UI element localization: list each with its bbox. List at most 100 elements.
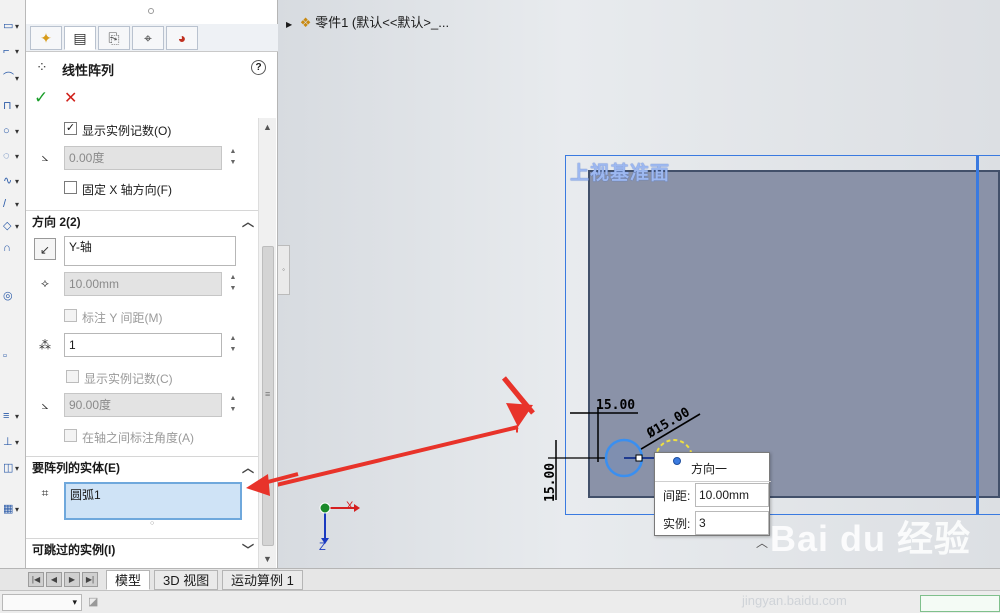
fix-x-axis-label: 固定 X 轴方向(F) — [82, 183, 172, 197]
status-bar: ▾ ◪ jingyan.baidu.com — [0, 590, 1000, 613]
skip-instances-header[interactable]: 可跳过的实例(I) ﹀ — [26, 538, 258, 560]
dim-angle-label: 在轴之间标注角度(A) — [82, 431, 194, 445]
last-tab-icon[interactable]: ▶| — [82, 572, 98, 587]
feature-tree-icon: ✦ — [40, 29, 52, 46]
dim-y-spacing-label: 标注 Y 间距(M) — [82, 311, 163, 325]
popup-spacing-field[interactable]: 10.00mm — [695, 483, 769, 507]
toolbar-icon-10[interactable]: ∩ — [3, 242, 15, 254]
spacing-icon: ⟡ — [41, 276, 49, 290]
resize-grip-icon[interactable]: ○ — [150, 520, 154, 527]
direction-popup[interactable]: 方向一 间距: 10.00mm 实例: 3 — [654, 452, 771, 536]
tab-display-manager[interactable]: ◕ — [166, 26, 198, 50]
spin-arrows-icon: ▲ ▼ — [229, 395, 237, 413]
toolbar-icon-3[interactable]: ⌒ — [3, 72, 15, 84]
direction2-header[interactable]: 方向 2(2) ︿ — [26, 210, 258, 232]
expand-up-chevron-icon[interactable]: ︿ — [756, 534, 768, 551]
dropdown-arrow-icon[interactable]: ▾ — [15, 74, 19, 83]
toolbar-icon-16[interactable]: ▦ — [3, 503, 15, 515]
dropdown-arrow-icon[interactable]: ▾ — [15, 200, 19, 209]
tab-3d-view[interactable]: 3D 视图 — [154, 570, 219, 590]
status-dropdown[interactable]: ▾ — [2, 594, 82, 611]
bodies-selection-box[interactable]: 圆弧1 — [64, 482, 242, 520]
first-tab-icon[interactable]: |◀ — [28, 572, 44, 587]
handle-square — [635, 454, 643, 462]
toolbar-icon-11[interactable]: ◎ — [3, 290, 15, 302]
panel-grip-handle[interactable] — [148, 8, 154, 14]
toolbar-icon-13[interactable]: ≡ — [3, 410, 15, 422]
bodies-header-label: 要阵列的实体(E) — [32, 461, 120, 475]
dropdown-arrow-icon[interactable]: ▾ — [15, 22, 19, 31]
triad-origin — [319, 502, 331, 514]
eraser-icon[interactable]: ◪ — [88, 595, 98, 608]
toolbar-icon-9[interactable]: ◇ — [3, 220, 15, 232]
dropdown-arrow-icon[interactable]: ▾ — [15, 127, 19, 136]
toolbar-icon-6[interactable]: ◌ — [3, 150, 15, 162]
toolbar-icon-14[interactable]: ⊥ — [3, 436, 15, 448]
ok-button[interactable]: ✓ — [34, 88, 48, 108]
help-icon[interactable]: ? — [251, 60, 266, 75]
popup-spacing-label: 间距: — [663, 489, 691, 503]
collapse-chevron-icon[interactable]: ︿ — [242, 211, 254, 233]
direction2-spacing-field: 10.00mm — [64, 272, 222, 296]
fix-x-axis-checkbox[interactable] — [64, 181, 77, 194]
toolbar-icon-7[interactable]: ∿ — [3, 175, 15, 187]
spin-arrows-icon[interactable]: ▲ ▼ — [226, 333, 240, 357]
callout-arrow-head — [506, 403, 533, 427]
triad-z-label: Z — [319, 541, 326, 553]
manager-tabs: ✦ ▤ ⎘ ⌖ ◕ — [26, 24, 278, 52]
direction2-instances-field[interactable]: 1 — [64, 333, 222, 357]
dropdown-arrow-icon[interactable]: ▾ — [15, 222, 19, 231]
bottom-tab-bar: |◀ ◀ ▶ ▶| 模型 3D 视图 运动算例 1 — [0, 568, 1000, 590]
instances-icon: ⁂ — [39, 338, 51, 352]
popup-instances-field[interactable]: 3 — [695, 511, 769, 535]
handle-dot-icon[interactable] — [673, 457, 681, 465]
tab-property-manager[interactable]: ▤ — [64, 26, 96, 50]
callout-arrow-overlay — [246, 472, 299, 496]
bodies-to-pattern-header[interactable]: 要阵列的实体(E) ︿ — [26, 456, 258, 478]
toolbar-icon-12[interactable]: ▫ — [3, 350, 15, 362]
tab-dimxpert-manager[interactable]: ⌖ — [132, 26, 164, 50]
show-instance-count-1-checkbox[interactable]: ✓ — [64, 122, 77, 135]
dropdown-arrow-icon[interactable]: ▾ — [15, 102, 19, 111]
watermark-url: jingyan.baidu.com — [742, 593, 847, 608]
dropdown-arrow-icon[interactable]: ▾ — [15, 177, 19, 186]
toolbar-icon-8[interactable]: / — [3, 198, 15, 210]
toolbar-icon-1[interactable]: ▭ — [3, 20, 15, 32]
status-indicator — [920, 595, 1000, 612]
spin-arrows-icon: ▲ ▼ — [229, 274, 237, 292]
tab-feature-manager[interactable]: ✦ — [30, 26, 62, 50]
dim-angle-checkbox — [64, 429, 77, 442]
prev-tab-icon[interactable]: ◀ — [46, 572, 62, 587]
toolbar-icon-4[interactable]: ⊓ — [3, 100, 15, 112]
expand-chevron-icon[interactable]: ﹀ — [242, 539, 254, 561]
callout-arrow-line-2 — [278, 425, 519, 487]
direction2-axis-field[interactable]: Y-轴 — [64, 236, 236, 266]
scroll-up-icon[interactable]: ▲ — [263, 122, 272, 132]
dropdown-arrow-icon[interactable]: ▾ — [15, 438, 19, 447]
property-list-icon: ▤ — [73, 29, 87, 46]
dropdown-arrow-icon[interactable]: ▾ — [15, 505, 19, 514]
show-instance-count-1-label: 显示实例记数(O) — [82, 124, 172, 138]
triad-x-label: X — [346, 500, 354, 512]
toolbar-icon-15[interactable]: ◫ — [3, 462, 15, 474]
direction1-angle-field: 0.00度 — [64, 146, 222, 170]
sketch-overlay: 15.00 15.00 Ø15.00 — [278, 376, 701, 544]
toolbar-icon-2[interactable]: ⌐ — [3, 45, 15, 57]
dropdown-arrow-icon[interactable]: ▾ — [15, 412, 19, 421]
dropdown-arrow-icon[interactable]: ▾ — [15, 152, 19, 161]
dropdown-arrow-icon[interactable]: ▾ — [15, 464, 19, 473]
scroll-down-icon[interactable]: ▼ — [263, 554, 272, 564]
appearance-ball-icon: ◕ — [177, 30, 187, 46]
reverse-direction-icon[interactable]: ↙ — [34, 238, 56, 260]
cancel-button[interactable]: ✕ — [64, 88, 77, 108]
selected-entity-item[interactable]: 圆弧1 — [70, 486, 101, 503]
tab-motion-study[interactable]: 运动算例 1 — [222, 570, 303, 590]
linear-pattern-icon: ⁘ — [36, 59, 48, 75]
skip-header-label: 可跳过的实例(I) — [32, 543, 116, 557]
next-tab-icon[interactable]: ▶ — [64, 572, 80, 587]
tab-configuration-manager[interactable]: ⎘ — [98, 26, 130, 50]
toolbar-icon-5[interactable]: ○ — [3, 125, 15, 137]
tab-model[interactable]: 模型 — [106, 570, 151, 590]
graphics-area[interactable]: ◦ ▶ ❖ 零件1 (默认<<默认>_... 上视基准面 15.00 15.00… — [278, 0, 1000, 568]
dropdown-arrow-icon[interactable]: ▾ — [15, 47, 19, 56]
